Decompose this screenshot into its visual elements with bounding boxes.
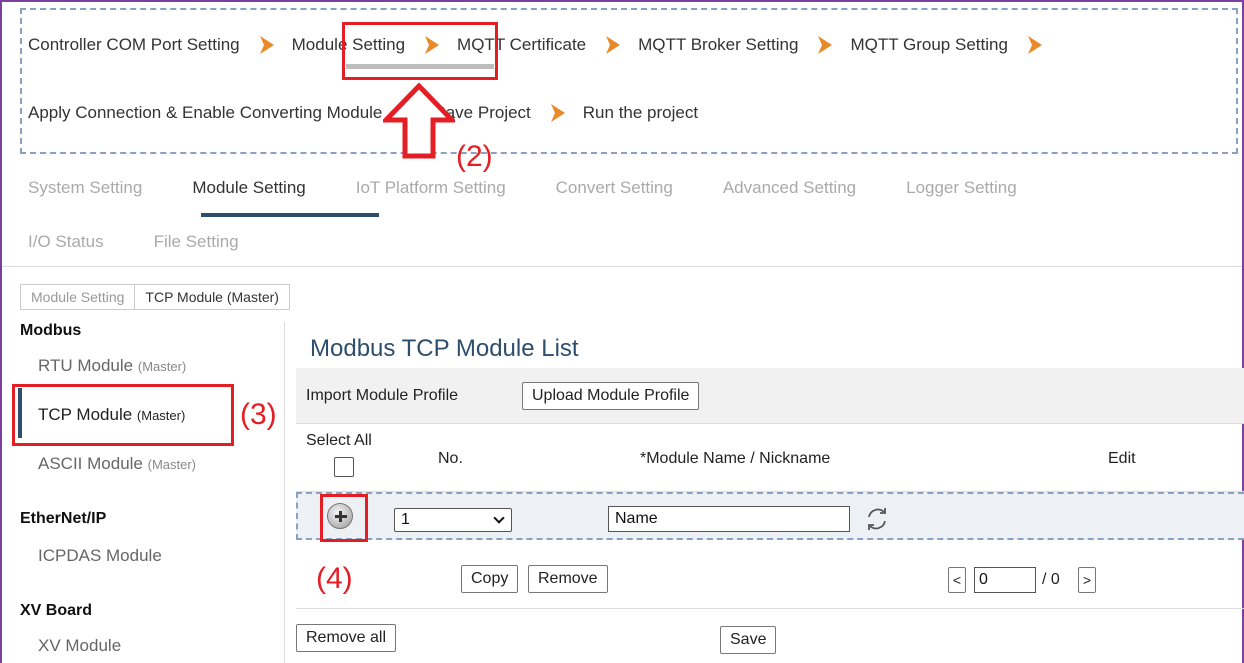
sidebar-item-rtu-module[interactable]: RTU Module (Master) [38, 356, 186, 376]
tab-io-status[interactable]: I/O Status [28, 232, 104, 252]
wizard-row-2: Apply Connection & Enable Converting Mod… [28, 102, 698, 124]
sidebar-item-tag: (Master) [137, 359, 187, 374]
active-tab-underline [201, 213, 379, 217]
wizard-step-controller-com-port[interactable]: Controller COM Port Setting [28, 35, 240, 55]
module-number-select[interactable]: 1 [394, 508, 512, 532]
wizard-step-apply-connection[interactable]: Apply Connection & Enable Converting Mod… [28, 103, 382, 123]
next-page-button[interactable]: > [1078, 567, 1096, 593]
sidebar-group-xv-board: XV Board [20, 602, 93, 619]
breadcrumb-module-setting[interactable]: Module Setting [20, 284, 136, 310]
upload-profile-button[interactable]: Upload Module Profile [522, 382, 700, 410]
prev-page-button[interactable]: < [948, 567, 966, 593]
bottom-actions: Remove all Save [296, 620, 1244, 663]
remove-all-button[interactable]: Remove all [296, 624, 397, 652]
import-profile-label: Import Module Profile [306, 387, 459, 404]
refresh-icon[interactable] [864, 506, 890, 532]
module-number-value: 1 [401, 511, 410, 528]
sidebar-divider [284, 322, 285, 663]
copy-button[interactable]: Copy [461, 565, 519, 593]
column-header-no: No. [438, 450, 463, 467]
chevron-right-icon [818, 36, 833, 54]
column-header-edit: Edit [1108, 450, 1136, 467]
chevron-right-icon [1027, 36, 1042, 54]
tab-convert-setting[interactable]: Convert Setting [556, 178, 673, 198]
wizard-step-mqtt-broker-setting[interactable]: MQTT Broker Setting [638, 35, 798, 55]
up-arrow-annotation-icon [383, 83, 455, 159]
chevron-right-icon [259, 36, 274, 54]
sidebar-item-xv-module[interactable]: XV Module [38, 636, 121, 656]
chevron-down-icon [493, 512, 505, 524]
sidebar-item-label: ASCII Module [38, 454, 143, 473]
chevron-right-icon [606, 36, 621, 54]
row-actions: Copy Remove < 0 / 0 > [296, 541, 1244, 609]
save-button[interactable]: Save [720, 626, 777, 654]
wizard-step-run-project[interactable]: Run the project [583, 103, 698, 123]
tab-iot-platform-setting[interactable]: IoT Platform Setting [356, 178, 506, 198]
select-all-checkbox[interactable] [334, 457, 354, 477]
chevron-right-icon [550, 104, 565, 122]
breadcrumb-tcp-module: TCP Module (Master) [135, 284, 290, 310]
page-number-input[interactable]: 0 [974, 567, 1036, 593]
import-profile-row: Import Module Profile Upload Module Prof… [296, 368, 1244, 424]
wizard-step-mqtt-group-setting[interactable]: MQTT Group Setting [850, 35, 1007, 55]
page-title: Modbus TCP Module List [310, 335, 579, 362]
tab-module-setting[interactable]: Module Setting [192, 178, 305, 198]
module-name-input[interactable]: Name [608, 506, 850, 532]
sidebar-item-label: RTU Module [38, 356, 134, 375]
page-total: / 0 [1042, 571, 1060, 588]
tab-row-1: System Setting Module Setting IoT Platfo… [28, 178, 1067, 198]
remove-button[interactable]: Remove [528, 565, 608, 593]
column-header-name: *Module Name / Nickname [640, 450, 831, 467]
sidebar-item-tag: (Master) [147, 457, 197, 472]
annotation-label-2: (2) [456, 140, 493, 173]
divider [2, 266, 1242, 267]
tab-advanced-setting[interactable]: Advanced Setting [723, 178, 856, 198]
tab-system-setting[interactable]: System Setting [28, 178, 142, 198]
sidebar-item-ascii-module[interactable]: ASCII Module (Master) [38, 454, 196, 474]
sidebar-group-modbus: Modbus [20, 322, 82, 339]
breadcrumb: Module Setting TCP Module (Master) [20, 284, 290, 310]
sidebar-item-icpdas-module[interactable]: ICPDAS Module [38, 546, 162, 566]
wizard-row-1: Controller COM Port Setting Module Setti… [28, 34, 1060, 56]
table-header: Select All No. *Module Name / Nickname E… [296, 424, 1244, 492]
new-module-row: 1 Name [296, 492, 1244, 540]
tab-row-2: I/O Status File Setting [28, 232, 289, 252]
tab-logger-setting[interactable]: Logger Setting [906, 178, 1017, 198]
annotation-label-3: (3) [240, 398, 277, 431]
setup-wizard [20, 8, 1238, 154]
highlight-box-add-button [320, 494, 368, 542]
highlight-box-tcp-module [12, 384, 234, 446]
sidebar-group-ethernet-ip: EtherNet/IP [20, 510, 107, 527]
highlight-box-module-setting-step [342, 22, 498, 80]
tab-file-setting[interactable]: File Setting [154, 232, 239, 252]
column-header-select-all: Select All [306, 432, 372, 449]
